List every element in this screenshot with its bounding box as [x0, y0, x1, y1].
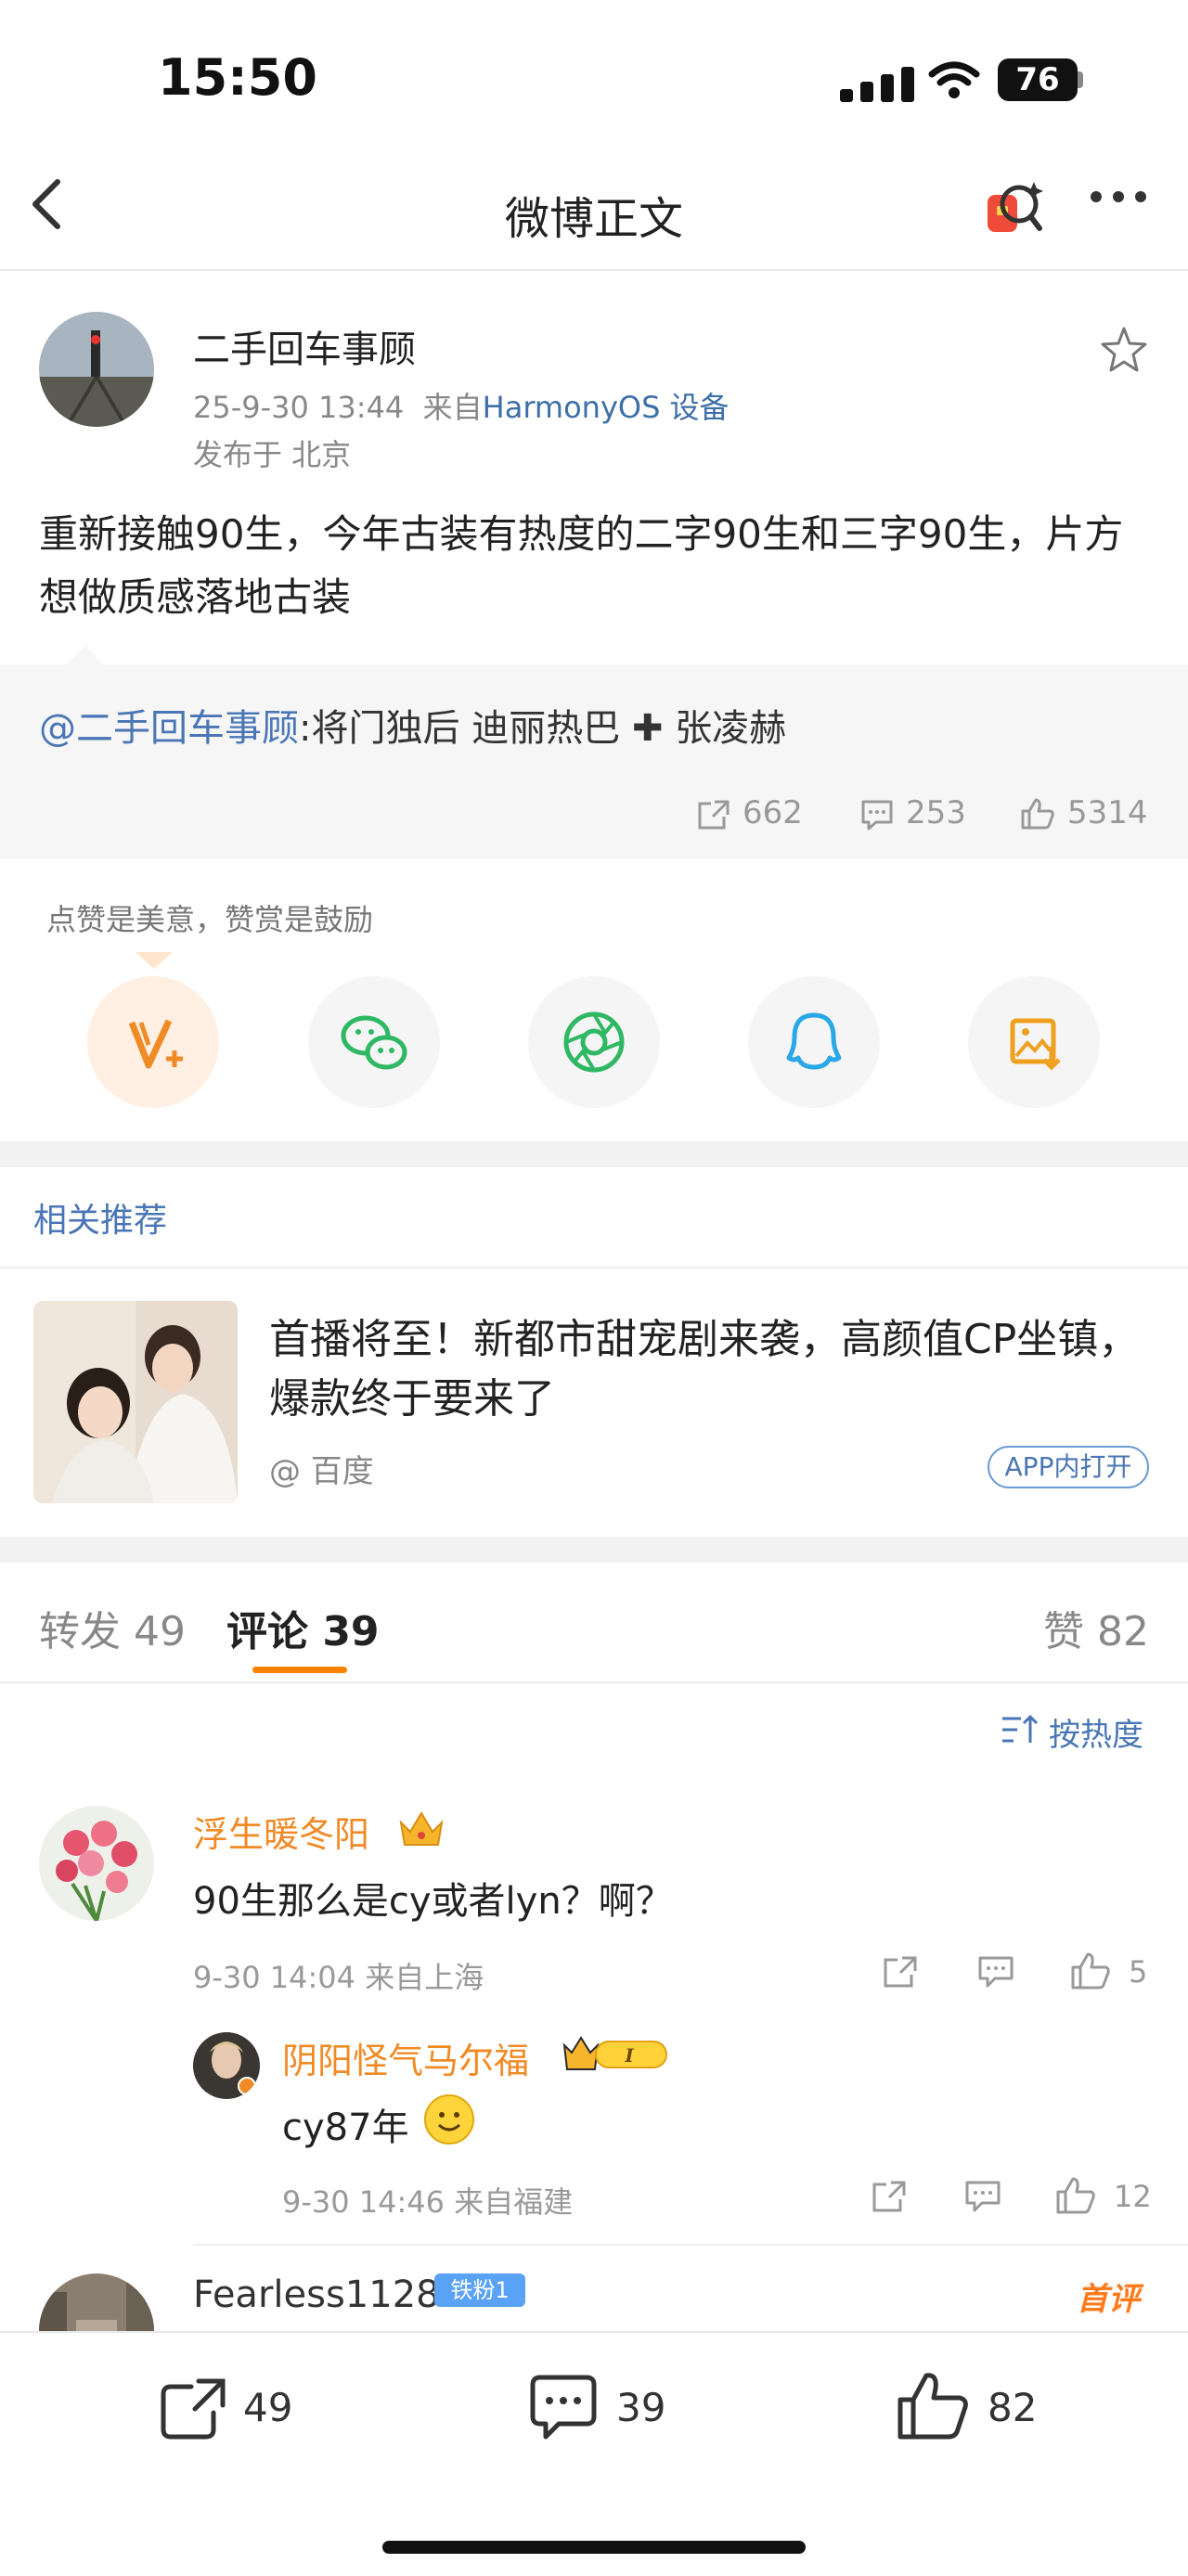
nav-divider — [0, 269, 1188, 271]
ad-thumbnail[interactable] — [33, 1301, 238, 1503]
reply-reply-icon[interactable] — [963, 2179, 1002, 2214]
reply-avatar[interactable] — [193, 2032, 260, 2099]
battery-indicator: 76 — [998, 58, 1078, 101]
author-name[interactable]: 二手回车事顾 — [193, 319, 416, 373]
comment-like-icon[interactable] — [1069, 1951, 1112, 1991]
post-source[interactable]: HarmonyOS 设备 — [483, 390, 730, 425]
reply-like-icon[interactable] — [1054, 2175, 1097, 2216]
wifi-icon — [928, 61, 980, 98]
quote-mention[interactable]: @二手回车事顾 — [39, 707, 299, 750]
qq-share-button[interactable] — [748, 976, 880, 1108]
bottom-action-bar — [0, 2331, 1188, 2576]
bottom-comment-icon[interactable] — [527, 2374, 600, 2444]
comment-reply-icon[interactable] — [976, 1954, 1015, 1990]
tab-likes[interactable]: 赞 82 — [1043, 1598, 1149, 1657]
related-title: 相关推荐 — [33, 1202, 168, 1240]
open-in-app-button[interactable]: APP内打开 — [988, 1446, 1149, 1488]
quoted-text: @二手回车事顾:将门独后 迪丽热巴 ✚ 张凌赫 — [39, 698, 786, 752]
svg-text:I: I — [624, 2044, 634, 2067]
post-text: 重新接触90生，今年古装有热度的二字90生和三字90生，片方想做质感落地古装 — [39, 511, 1124, 620]
ad-title[interactable]: 首播将至！新都市甜宠剧来袭，高颜值CP坐镇，爆款终于要来了 — [269, 1310, 1151, 1429]
signal-icon — [840, 65, 916, 102]
repost-icon[interactable] — [696, 798, 731, 831]
qq-icon — [786, 1012, 842, 1070]
post-date: 25-9-30 13:44 — [193, 390, 405, 425]
quote-body: :将门独后 迪丽热巴 ✚ 张凌赫 — [299, 707, 787, 750]
like-icon[interactable] — [1019, 796, 1056, 831]
tab-comments[interactable]: 评论 39 — [226, 1598, 380, 1657]
source-prefix: 来自 — [422, 390, 483, 425]
crown-badge-icon — [399, 1811, 444, 1846]
wechat-share-button[interactable] — [308, 976, 440, 1108]
tab-reposts[interactable]: 转发 49 — [39, 1598, 186, 1657]
first-comment-badge: 首评 — [1077, 2281, 1140, 2318]
reward-pointer — [136, 952, 173, 969]
smile-emoji-icon — [424, 2094, 474, 2145]
reply-like-count[interactable]: 12 — [1114, 2179, 1152, 2214]
commenter-avatar[interactable] — [39, 1806, 154, 1921]
fan-badge: 铁粉1 — [434, 2273, 525, 2307]
reply-meta: 9-30 14:46 来自福建 — [282, 2184, 574, 2220]
reward-button[interactable] — [87, 976, 219, 1108]
comment-meta: 9-30 14:04 来自上海 — [193, 1960, 484, 1995]
comment-icon[interactable] — [859, 798, 895, 831]
related-divider — [0, 1267, 1188, 1269]
reward-v-icon — [128, 1019, 183, 1069]
save-image-button[interactable] — [968, 976, 1100, 1108]
status-time: 15:50 — [158, 48, 317, 107]
tab-active-indicator — [252, 1667, 347, 1673]
bottom-repost-icon[interactable] — [158, 2376, 230, 2442]
comment-count[interactable]: 253 — [906, 794, 966, 831]
comment-text: 90生那么是cy或者lyn？啊？ — [193, 1880, 673, 1923]
section-gap-2 — [0, 1537, 1188, 1563]
comment-repost-icon[interactable] — [882, 1954, 919, 1990]
vip-level-badge-icon: I — [562, 2036, 667, 2070]
bottom-repost-count[interactable]: 49 — [243, 2385, 292, 2430]
tabs-divider — [0, 1681, 1188, 1683]
commenter-name-2[interactable]: Fearless1128 — [193, 2273, 440, 2316]
bottom-like-count[interactable]: 82 — [988, 2385, 1037, 2430]
post-meta: 25-9-30 13:44 来自HarmonyOS 设备 — [193, 384, 730, 427]
repost-count[interactable]: 662 — [742, 794, 803, 831]
reward-label: 点赞是美意，赞赏是鼓励 — [46, 902, 374, 937]
comment-divider — [193, 2244, 1188, 2246]
quote-arrow — [67, 646, 104, 664]
comment-like-count[interactable]: 5 — [1129, 1954, 1147, 1990]
reply-repost-icon[interactable] — [871, 2179, 908, 2214]
bottom-like-icon[interactable] — [895, 2370, 971, 2444]
like-count[interactable]: 5314 — [1067, 794, 1148, 831]
commenter-name[interactable]: 浮生暖冬阳 — [193, 1806, 369, 1857]
wechat-icon — [341, 1015, 407, 1070]
fan-badge-label: 铁粉1 — [450, 2277, 510, 2303]
ad-source: @ 百度 — [269, 1453, 374, 1490]
more-icon[interactable] — [1088, 186, 1149, 208]
search-ai-icon[interactable] — [982, 174, 1047, 239]
sort-icon[interactable] — [1001, 1713, 1038, 1746]
bottom-comment-count[interactable]: 39 — [616, 2385, 665, 2430]
moments-icon — [563, 1011, 625, 1073]
reply-text: cy87年 — [282, 2106, 409, 2149]
moments-share-button[interactable] — [528, 976, 660, 1108]
home-indicator — [382, 2541, 806, 2554]
battery-tip — [1078, 71, 1083, 88]
reply-author-name[interactable]: 阴阳怪气马尔福 — [282, 2032, 529, 2083]
quoted-post[interactable] — [0, 664, 1188, 859]
author-avatar[interactable] — [39, 312, 154, 427]
save-image-icon — [1010, 1018, 1061, 1071]
favorite-star-icon[interactable] — [1099, 325, 1149, 375]
sort-label[interactable]: 按热度 — [1049, 1709, 1143, 1755]
section-gap — [0, 1141, 1188, 1167]
post-location: 发布于 北京 — [193, 437, 352, 472]
